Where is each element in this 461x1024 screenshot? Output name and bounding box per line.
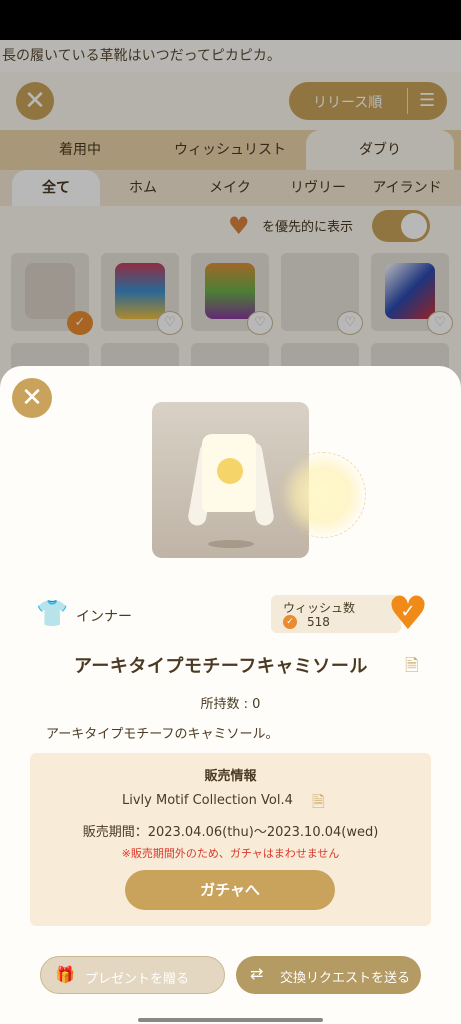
sale-period: 販売期間：2023.04.06(thu)〜2023.10.04(wed): [82, 825, 379, 840]
wish-count: 518: [307, 615, 330, 629]
item-description: アーキタイプモチーフのキャミソール。: [46, 727, 279, 742]
close-icon[interactable]: ✕: [12, 378, 52, 418]
item-image: [152, 402, 366, 558]
status-bar: [0, 0, 461, 40]
gift-button[interactable]: 🎁 プレゼントを贈る: [40, 956, 225, 994]
wish-count-box: ウィッシュ数 ✓ 518: [271, 595, 401, 633]
collection-name: Livly Motif Collection Vol.4: [122, 793, 293, 808]
sparkle-aura: [280, 452, 366, 538]
owned-count: 所持数 : 0: [200, 697, 261, 712]
sale-info-box: 販売情報 Livly Motif Collection Vol.4 🗎 販売期間…: [30, 753, 431, 926]
exchange-icon: ⇄: [250, 964, 264, 983]
shirt-icon: 👕: [36, 599, 69, 629]
category-label: インナー: [76, 609, 132, 625]
document-icon[interactable]: 🗎: [312, 791, 325, 818]
chick-motif: [217, 458, 243, 484]
exchange-button-label: 交換リクエストを送る: [280, 971, 411, 986]
check-icon: ✓: [400, 601, 416, 622]
home-indicator: [138, 1018, 323, 1022]
sale-warning: ※販売期間外のため、ガチャはまわせません: [121, 847, 340, 860]
heart-icon: ✓: [283, 615, 297, 629]
exchange-request-button[interactable]: ⇄ 交換リクエストを送る: [236, 956, 421, 994]
item-shadow: [208, 540, 254, 548]
sale-title: 販売情報: [204, 769, 257, 784]
wish-heart-button[interactable]: ♥ ✓: [385, 590, 431, 636]
document-icon[interactable]: 🗎: [405, 656, 423, 676]
gacha-button[interactable]: ガチャへ: [125, 870, 335, 910]
item-detail-sheet: ✕ 👕 インナー ウィッシュ数 ✓ 518 ♥ ✓ アーキタイプモチーフキャミソー…: [0, 366, 461, 1024]
gift-icon: 🎁: [55, 965, 75, 984]
item-name: アーキタイプモチーフキャミソール: [74, 656, 368, 677]
gift-button-label: プレゼントを贈る: [85, 972, 190, 987]
wish-label: ウィッシュ数: [283, 601, 356, 615]
